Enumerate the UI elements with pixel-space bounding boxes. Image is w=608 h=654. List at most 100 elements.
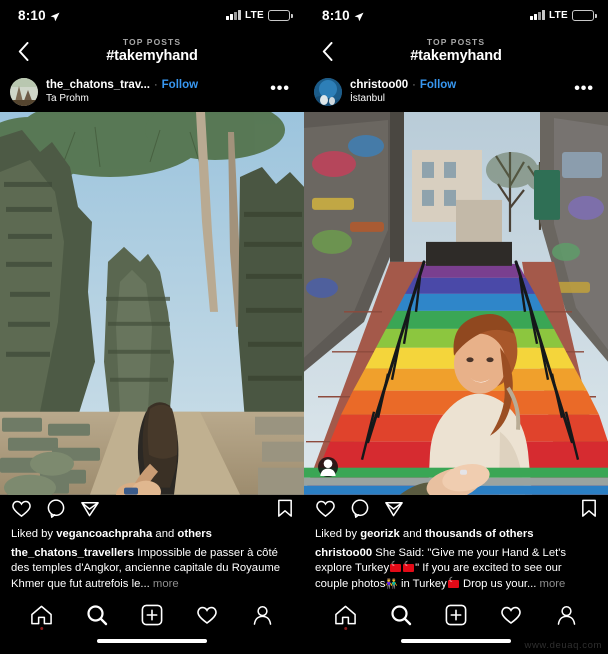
top-posts-label: TOP POSTS <box>426 36 486 47</box>
caption-block: Liked by vegancoachpraha and others the_… <box>0 527 304 592</box>
post-username[interactable]: christoo00 <box>350 79 408 92</box>
signal-bars-icon <box>530 10 545 20</box>
turkey-flag-icon <box>403 561 415 573</box>
home-indicator[interactable] <box>401 639 511 643</box>
turkey-flag-icon <box>447 577 459 588</box>
nav-activity-button[interactable] <box>193 601 221 629</box>
top-posts-label: TOP POSTS <box>122 36 182 47</box>
bookmark-icon[interactable] <box>277 499 293 522</box>
post-header: the_chatons_trav... · Follow Ta Prohm ••… <box>0 72 304 112</box>
likes-line: Liked by georizk and thousands of others <box>315 527 597 542</box>
action-bar <box>0 495 304 527</box>
nav-profile-button[interactable] <box>552 601 580 629</box>
paper-plane-icon[interactable] <box>80 499 100 523</box>
nav-home-button[interactable] <box>332 601 360 630</box>
caption-text: the_chatons_travellers Impossible de pas… <box>11 546 293 592</box>
heart-icon[interactable] <box>315 499 336 523</box>
follow-button[interactable]: Follow <box>162 79 198 92</box>
separator-dot: · <box>153 79 158 92</box>
nav-header: TOP POSTS #takemyhand <box>0 30 304 72</box>
home-indicator[interactable] <box>97 639 207 643</box>
likes-prefix: Liked by <box>11 527 54 540</box>
likes-user[interactable]: georizk <box>360 528 400 540</box>
likes-line: Liked by vegancoachpraha and others <box>11 527 293 542</box>
status-time: 8:10 <box>322 7 350 23</box>
couple-emoji-icon: 👫 <box>385 578 398 590</box>
post-location[interactable]: Ta Prohm <box>46 93 258 105</box>
likes-middle: and <box>155 527 175 540</box>
home-notification-badge <box>39 626 44 630</box>
action-bar <box>304 495 608 527</box>
post-location[interactable]: İstanbul <box>350 93 562 105</box>
back-button[interactable] <box>10 38 36 64</box>
site-watermark: www.deuaq.com <box>524 640 602 651</box>
post-photo-rainbow-stairs[interactable] <box>304 112 608 495</box>
paper-plane-icon[interactable] <box>384 499 404 523</box>
more-options-icon[interactable]: ••• <box>266 81 294 100</box>
home-notification-badge <box>343 626 348 630</box>
nav-profile-button[interactable] <box>248 601 276 629</box>
caption-author[interactable]: the_chatons_travellers <box>11 547 134 559</box>
comment-bubble-icon[interactable] <box>46 499 66 523</box>
status-bar: 8:10 LTE <box>0 0 304 30</box>
comment-bubble-icon[interactable] <box>350 499 370 523</box>
avatar[interactable] <box>314 78 342 106</box>
network-label: LTE <box>244 9 264 21</box>
nav-create-button[interactable] <box>138 601 166 629</box>
more-options-icon[interactable]: ••• <box>570 81 598 100</box>
network-label: LTE <box>548 9 568 21</box>
caption-more-button[interactable]: more <box>153 578 179 590</box>
avatar[interactable] <box>10 78 38 106</box>
caption-text: christoo00 She Said: "Give me your Hand … <box>315 546 597 592</box>
battery-low-icon <box>572 9 597 21</box>
bottom-nav-bar <box>0 592 304 638</box>
follow-button[interactable]: Follow <box>420 79 456 92</box>
post-header-line: the_chatons_trav... · Follow <box>46 79 258 92</box>
bookmark-icon[interactable] <box>581 499 597 522</box>
status-bar-left: 8:10 <box>322 8 364 23</box>
likes-others[interactable]: others <box>177 528 212 540</box>
caption-part-4: Drop us your... <box>462 577 537 590</box>
post-header-text: christoo00 · Follow İstanbul <box>350 79 562 105</box>
nav-titles: TOP POSTS #takemyhand <box>410 36 502 65</box>
status-bar-right: LTE <box>226 9 293 21</box>
location-arrow-icon <box>50 9 60 22</box>
nav-activity-button[interactable] <box>497 601 525 629</box>
post-photo-temple[interactable] <box>0 112 304 495</box>
likes-middle: and <box>402 527 422 540</box>
likes-user[interactable]: vegancoachpraha <box>56 528 152 540</box>
post-username[interactable]: the_chatons_trav... <box>46 79 150 92</box>
home-indicator-area <box>0 638 304 654</box>
separator-dot: · <box>412 79 416 92</box>
turkey-flag-icon <box>390 561 402 573</box>
caption-more-button[interactable]: more <box>540 578 566 590</box>
nav-home-button[interactable] <box>28 601 56 630</box>
likes-others[interactable]: thousands of others <box>425 528 534 540</box>
nav-search-button[interactable] <box>83 601 111 629</box>
tagged-person-icon[interactable] <box>318 456 338 477</box>
post-header-line: christoo00 · Follow <box>350 79 562 92</box>
status-bar-left: 8:10 <box>18 8 60 23</box>
right-phone-panel: 8:10 LTE TOP POSTS #takemyhand christoo0… <box>304 0 608 654</box>
page-title: #takemyhand <box>106 48 198 65</box>
action-bar-left <box>11 499 100 523</box>
status-bar: 8:10 LTE <box>304 0 608 30</box>
caption-part-3: in Turkey <box>400 577 447 590</box>
battery-low-icon <box>268 9 293 21</box>
heart-icon[interactable] <box>11 499 32 523</box>
bottom-nav-bar <box>304 592 608 638</box>
nav-search-button[interactable] <box>387 601 415 629</box>
action-bar-left <box>315 499 404 523</box>
page-title: #takemyhand <box>410 48 502 65</box>
signal-bars-icon <box>226 10 241 20</box>
nav-create-button[interactable] <box>442 601 470 629</box>
dual-phone-screenshot: 8:10 LTE TOP POSTS #takemyhand the_chato… <box>0 0 608 654</box>
back-button[interactable] <box>314 38 340 64</box>
likes-prefix: Liked by <box>315 527 358 540</box>
action-bar-right <box>277 499 293 523</box>
location-arrow-icon <box>354 9 364 22</box>
nav-header: TOP POSTS #takemyhand <box>304 30 608 72</box>
caption-block: Liked by georizk and thousands of others… <box>304 527 608 592</box>
caption-author[interactable]: christoo00 <box>315 547 372 559</box>
home-indicator-area: www.deuaq.com <box>304 638 608 654</box>
